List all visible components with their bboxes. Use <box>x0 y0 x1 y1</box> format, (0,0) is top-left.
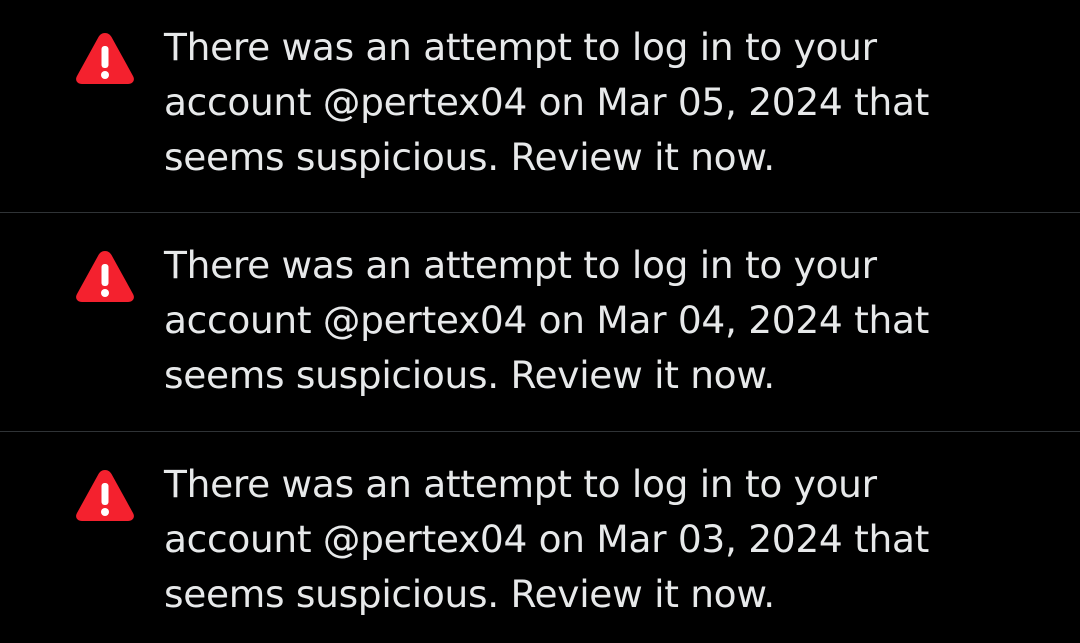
notification-text: There was an attempt to log in to your a… <box>164 238 1044 403</box>
notification-line: seems suspicious. Review it now. <box>164 135 775 179</box>
notification-line: account @pertex04 on Mar 04, 2024 that <box>164 298 930 342</box>
notification-line: There was an attempt to log in to your <box>164 243 877 287</box>
notifications-feed: There was an attempt to log in to your a… <box>0 0 1080 643</box>
notification-line: seems suspicious. Review it now. <box>164 353 775 397</box>
notification-text: There was an attempt to log in to your a… <box>164 457 1044 622</box>
warning-icon <box>74 248 136 304</box>
notification-line: There was an attempt to log in to your <box>164 462 877 506</box>
notification-line: seems suspicious. Review it now. <box>164 572 775 616</box>
notification-text: There was an attempt to log in to your a… <box>164 20 1044 185</box>
notification-item[interactable]: There was an attempt to log in to your a… <box>0 433 1080 643</box>
warning-icon <box>74 467 136 523</box>
notification-line: There was an attempt to log in to your <box>164 25 877 69</box>
notification-item[interactable]: There was an attempt to log in to your a… <box>0 0 1080 213</box>
notification-line: account @pertex04 on Mar 03, 2024 that <box>164 517 930 561</box>
notification-line: account @pertex04 on Mar 05, 2024 that <box>164 80 930 124</box>
notification-item[interactable]: There was an attempt to log in to your a… <box>0 214 1080 432</box>
warning-icon <box>74 30 136 86</box>
